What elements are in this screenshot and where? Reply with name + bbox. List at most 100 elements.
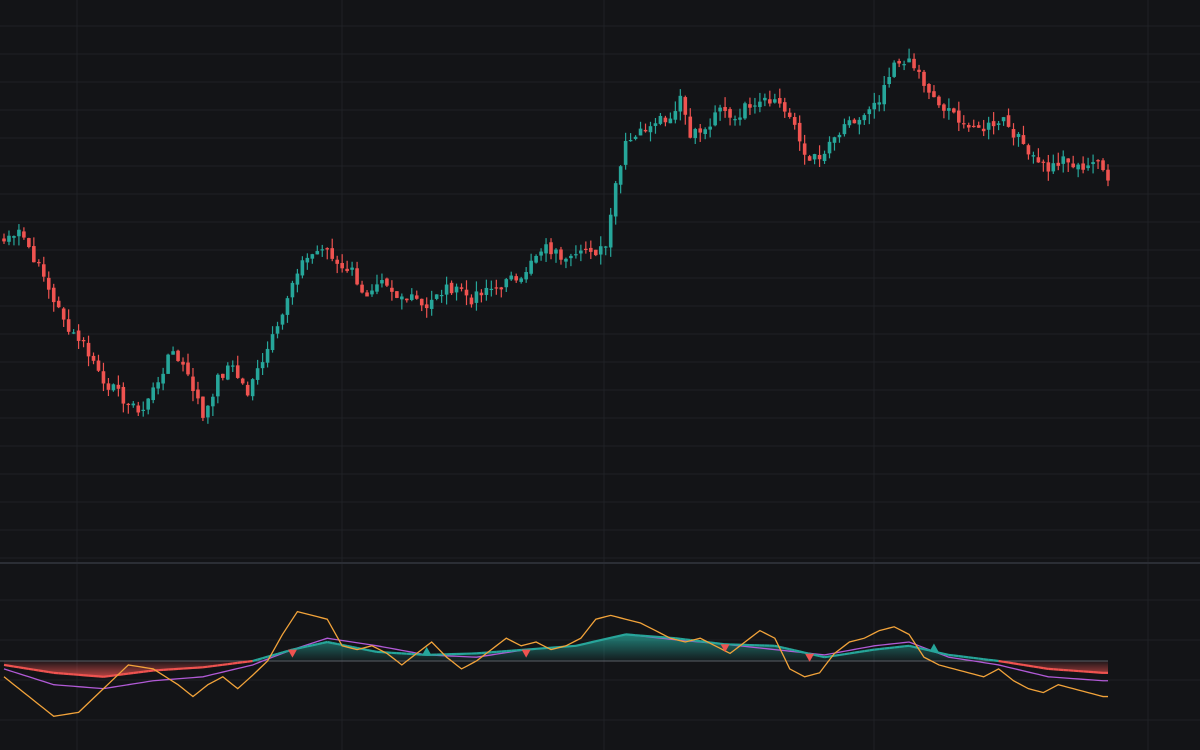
candle-body [320,249,325,251]
candle-body [514,276,519,281]
candle-body [365,292,369,297]
chart-svg [0,0,1200,750]
candle-body [971,125,976,128]
candle-body [166,354,170,374]
candle-body [703,129,707,135]
candle-body [529,260,533,274]
candle-body [409,294,414,300]
candle-body [216,374,220,397]
oscillator-mid-segment [988,658,994,662]
oscillator-mid-segment [252,658,258,663]
candle-body [1101,160,1105,171]
oscillator-mid-segment [804,651,810,655]
candle-body [902,64,906,66]
candle-body [156,382,160,389]
candle-body [46,277,51,290]
candle-body [663,117,668,123]
candle-body [196,389,200,399]
oscillator-mid-segment [918,647,925,651]
candle-body [12,236,16,238]
candle-body [593,249,598,256]
candle-body [141,409,146,411]
oscillator-mid-segment [351,645,358,650]
oscillator-mid-segment [784,647,790,651]
candle-body [295,273,300,285]
candle-body [429,299,434,309]
oscillator-mid-segment [794,649,800,653]
candle-body [325,248,330,250]
candle-body [375,284,379,292]
candle-body [534,255,538,263]
candle-body [683,97,688,115]
candle-body [300,260,305,276]
oscillator-mid-segment [13,665,20,669]
candle-body [773,99,777,103]
candle-body [7,235,11,242]
candle-body [603,246,608,248]
oscillator-mid-segment [948,653,954,657]
oscillator-mid-segment [1003,660,1009,664]
oscillator-mid-segment [292,647,298,651]
oscillator-mid-segment [719,642,726,646]
oscillator-mid-segment [237,661,243,664]
candle-body [1016,133,1021,137]
oscillator-mid-segment [23,667,30,670]
candle-body [400,296,404,300]
candle-body [698,128,703,133]
candle-body [390,287,394,292]
candle-body [81,340,86,342]
candle-body [912,58,916,69]
candle-body [360,284,364,293]
candle-body [380,280,384,284]
candle-body [957,110,961,123]
candle-body [817,154,822,160]
candle-body [758,101,762,108]
candle-body [807,156,812,161]
candle-body [225,365,230,380]
candle-body [395,291,399,298]
oscillator-mid-segment [38,669,44,673]
oscillator-mid-segment [789,648,795,652]
candle-body [852,119,857,124]
candle-body [101,371,106,384]
candle-body [589,247,593,252]
candle-up [743,101,747,120]
oscillator-mid-segment [839,653,845,657]
candle-body [250,379,255,397]
candle-body [633,136,638,139]
oscillator-mid-segment [819,654,825,659]
candle-body [976,125,981,128]
candle-body [255,368,260,380]
candle-body [56,300,61,308]
candle-body [584,248,588,250]
candle-body [1106,169,1110,181]
candle-body [290,282,295,298]
candle-body [892,62,896,77]
candle-body [842,124,847,135]
candle-body [952,108,956,113]
candle-body [942,104,946,111]
candle-up [166,353,170,374]
candle-body [211,396,215,407]
oscillator-mid-segment [834,653,840,657]
candle-body [449,282,454,294]
oscillator-mid-segment [297,646,303,650]
chart-background [0,0,1200,750]
oscillator-mid-segment [133,671,139,675]
candle-body [230,365,235,367]
candle-body [792,117,797,125]
candle-body [275,326,280,334]
candle-body [245,384,250,396]
candle-body [474,291,479,303]
candle-body [763,97,767,101]
candle-body [608,214,613,248]
oscillator-mid-segment [1023,663,1029,667]
oscillator-mid-segment [998,659,1004,663]
candle-body [733,119,737,121]
oscillator-mid-segment [814,653,820,658]
oscillator-mid-segment [317,642,323,646]
candle-body [335,259,339,264]
candle-body [270,334,275,351]
oscillator-mid-segment [262,655,268,660]
oscillator-mid-segment [953,654,959,658]
